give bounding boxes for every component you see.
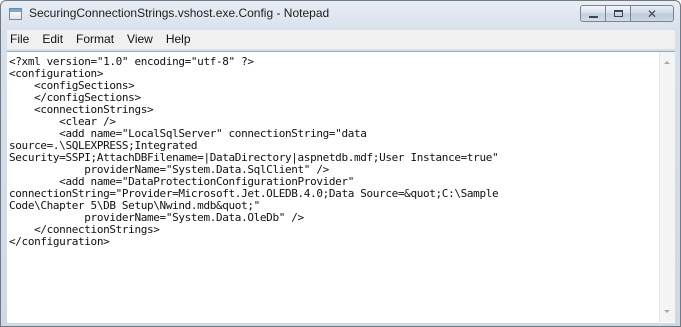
menu-file[interactable]: File	[7, 30, 36, 49]
scroll-up-icon[interactable]	[664, 61, 670, 64]
window-title: SecuringConnectionStrings.vshost.exe.Con…	[29, 6, 330, 20]
editor-pane: <?xml version="1.0" encoding="utf-8" ?> …	[7, 51, 675, 323]
text-editor[interactable]: <?xml version="1.0" encoding="utf-8" ?> …	[9, 56, 657, 320]
vertical-scrollbar[interactable]	[659, 52, 675, 322]
caption-buttons: ✕	[580, 5, 674, 23]
title-bar[interactable]: SecuringConnectionStrings.vshost.exe.Con…	[1, 1, 680, 27]
scroll-down-icon[interactable]	[664, 310, 670, 313]
menu-format[interactable]: Format	[70, 30, 121, 49]
notepad-icon[interactable]	[9, 8, 22, 20]
notepad-window: SecuringConnectionStrings.vshost.exe.Con…	[0, 0, 681, 327]
minimize-button[interactable]	[580, 5, 606, 22]
menu-view[interactable]: View	[121, 30, 160, 49]
menu-bar: File Edit Format View Help	[7, 30, 675, 49]
close-icon: ✕	[646, 6, 658, 21]
minimize-icon	[588, 15, 598, 18]
menu-edit[interactable]: Edit	[36, 30, 70, 49]
close-button[interactable]: ✕	[631, 5, 674, 22]
menu-help[interactable]: Help	[160, 30, 198, 49]
maximize-icon	[613, 10, 623, 17]
maximize-button[interactable]	[606, 5, 631, 22]
